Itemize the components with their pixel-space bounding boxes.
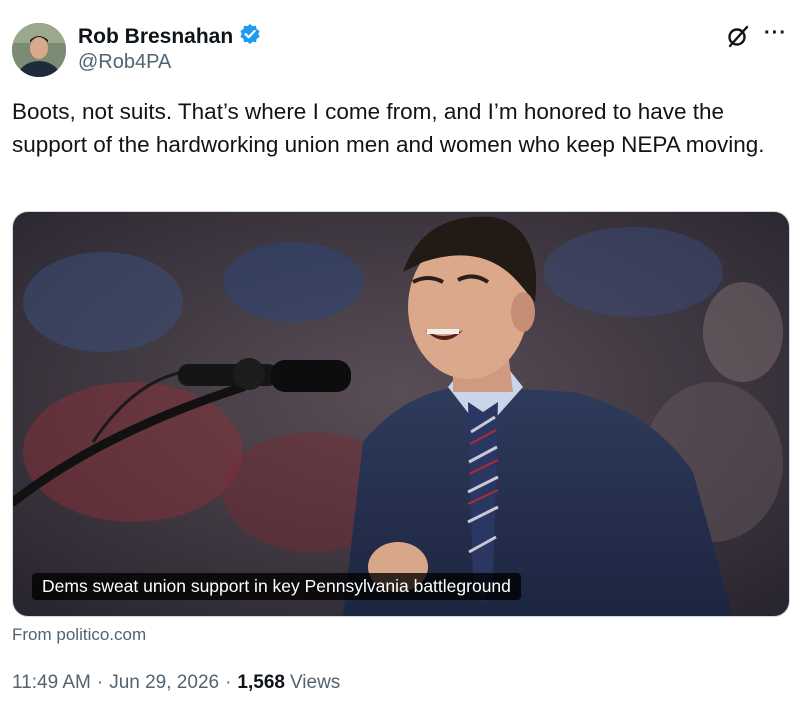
author-handle[interactable]: @Rob4PA	[78, 51, 171, 74]
link-card-headline[interactable]: Dems sweat union support in key Pennsylv…	[32, 573, 521, 600]
meta-separator: ·	[96, 672, 104, 693]
post-text: Boots, not suits. That’s where I come fr…	[12, 99, 765, 157]
post-meta: 11:49 AM · Jun 29, 2026 · 1,568 Views	[12, 672, 340, 694]
meta-separator: ·	[225, 672, 232, 693]
more-options-icon[interactable]: ···	[764, 22, 787, 45]
link-card-image	[13, 212, 789, 616]
avatar[interactable]	[12, 23, 66, 77]
post-time[interactable]: 11:49 AM	[12, 672, 91, 694]
grok-slash-icon[interactable]	[726, 24, 750, 48]
author-name-row[interactable]: Rob Bresnahan	[78, 23, 261, 50]
link-card[interactable]: Dems sweat union support in key Pennsylv…	[12, 211, 790, 617]
post-date[interactable]: Jun 29, 2026	[109, 672, 219, 694]
views-count: 1,568	[237, 672, 285, 693]
author-display-name[interactable]: Rob Bresnahan	[78, 25, 233, 49]
views-label: Views	[289, 672, 341, 693]
verified-badge-icon	[239, 23, 261, 50]
link-card-source[interactable]: From politico.com	[12, 625, 146, 645]
